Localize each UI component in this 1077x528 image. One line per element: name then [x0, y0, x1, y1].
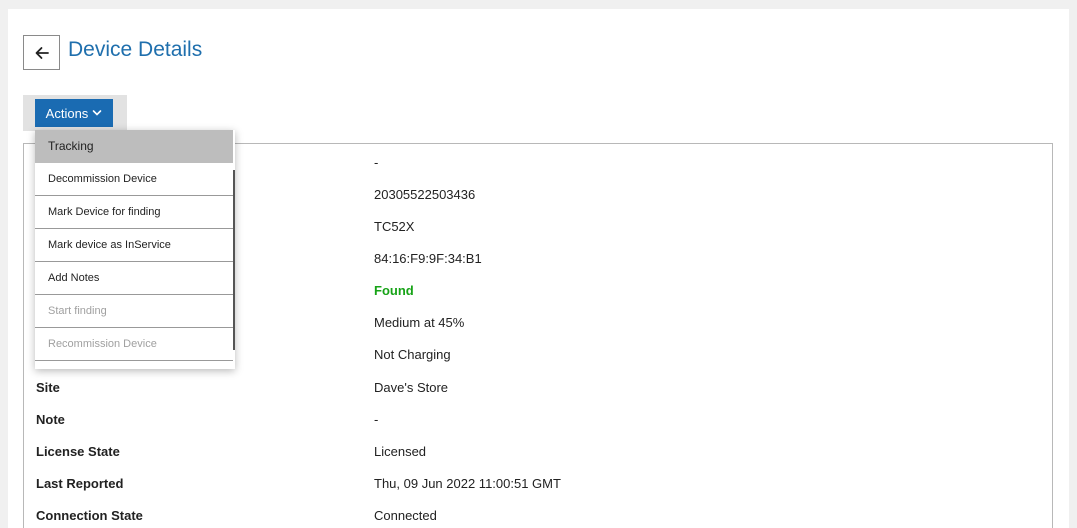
detail-value: Not Charging	[374, 347, 451, 362]
menu-item-start-finding: Start finding	[35, 295, 233, 328]
menu-item-recommission-device: Recommission Device	[35, 328, 233, 361]
actions-dropdown-menu: Tracking Decommission Device Mark Device…	[35, 130, 235, 369]
menu-item-add-notes[interactable]: Add Notes	[35, 262, 233, 295]
detail-value: -	[374, 155, 379, 170]
detail-label: Site	[36, 380, 60, 395]
detail-value: Dave's Store	[374, 380, 449, 395]
back-button[interactable]	[23, 35, 60, 70]
detail-value: Medium at 45%	[374, 315, 465, 330]
actions-label: Actions	[45, 105, 89, 121]
detail-row-license-state: License State Licensed	[24, 435, 1052, 467]
detail-row-last-reported: Last Reported Thu, 09 Jun 2022 11:00:51 …	[24, 467, 1052, 499]
menu-item-mark-inservice[interactable]: Mark device as InService	[35, 229, 233, 262]
menu-item-mark-for-finding[interactable]: Mark Device for finding	[35, 196, 233, 229]
detail-label: License State	[36, 444, 120, 459]
detail-row-connection-state: Connection State Connected	[24, 499, 1052, 528]
menu-scrollbar[interactable]	[233, 170, 235, 350]
arrow-left-icon	[35, 46, 49, 59]
detail-value: Connected	[374, 508, 437, 523]
actions-bar: Actions	[23, 95, 127, 131]
detail-label: Connection State	[36, 508, 143, 523]
detail-value: 20305522503436	[374, 187, 476, 202]
menu-item-decommission-device[interactable]: Decommission Device	[35, 163, 233, 196]
page-title: Device Details	[68, 38, 203, 61]
chevron-down-icon	[93, 110, 102, 116]
detail-row-note: Note -	[24, 403, 1052, 435]
actions-button[interactable]: Actions	[35, 99, 113, 127]
detail-label: Note	[36, 412, 65, 427]
detail-value: -	[374, 412, 379, 427]
detail-value: 84:16:F9:9F:34:B1	[374, 251, 482, 266]
detail-row-site: Site Dave's Store	[24, 371, 1052, 403]
menu-item-tracking[interactable]: Tracking	[35, 130, 233, 163]
detail-label: Last Reported	[36, 476, 124, 491]
page: Device Details Actions - 20305522503436 …	[8, 9, 1069, 528]
detail-value: Thu, 09 Jun 2022 11:00:51 GMT	[374, 476, 561, 491]
status-found-value: Found	[374, 283, 414, 298]
detail-value: Licensed	[374, 444, 427, 459]
detail-value: TC52X	[374, 219, 415, 234]
